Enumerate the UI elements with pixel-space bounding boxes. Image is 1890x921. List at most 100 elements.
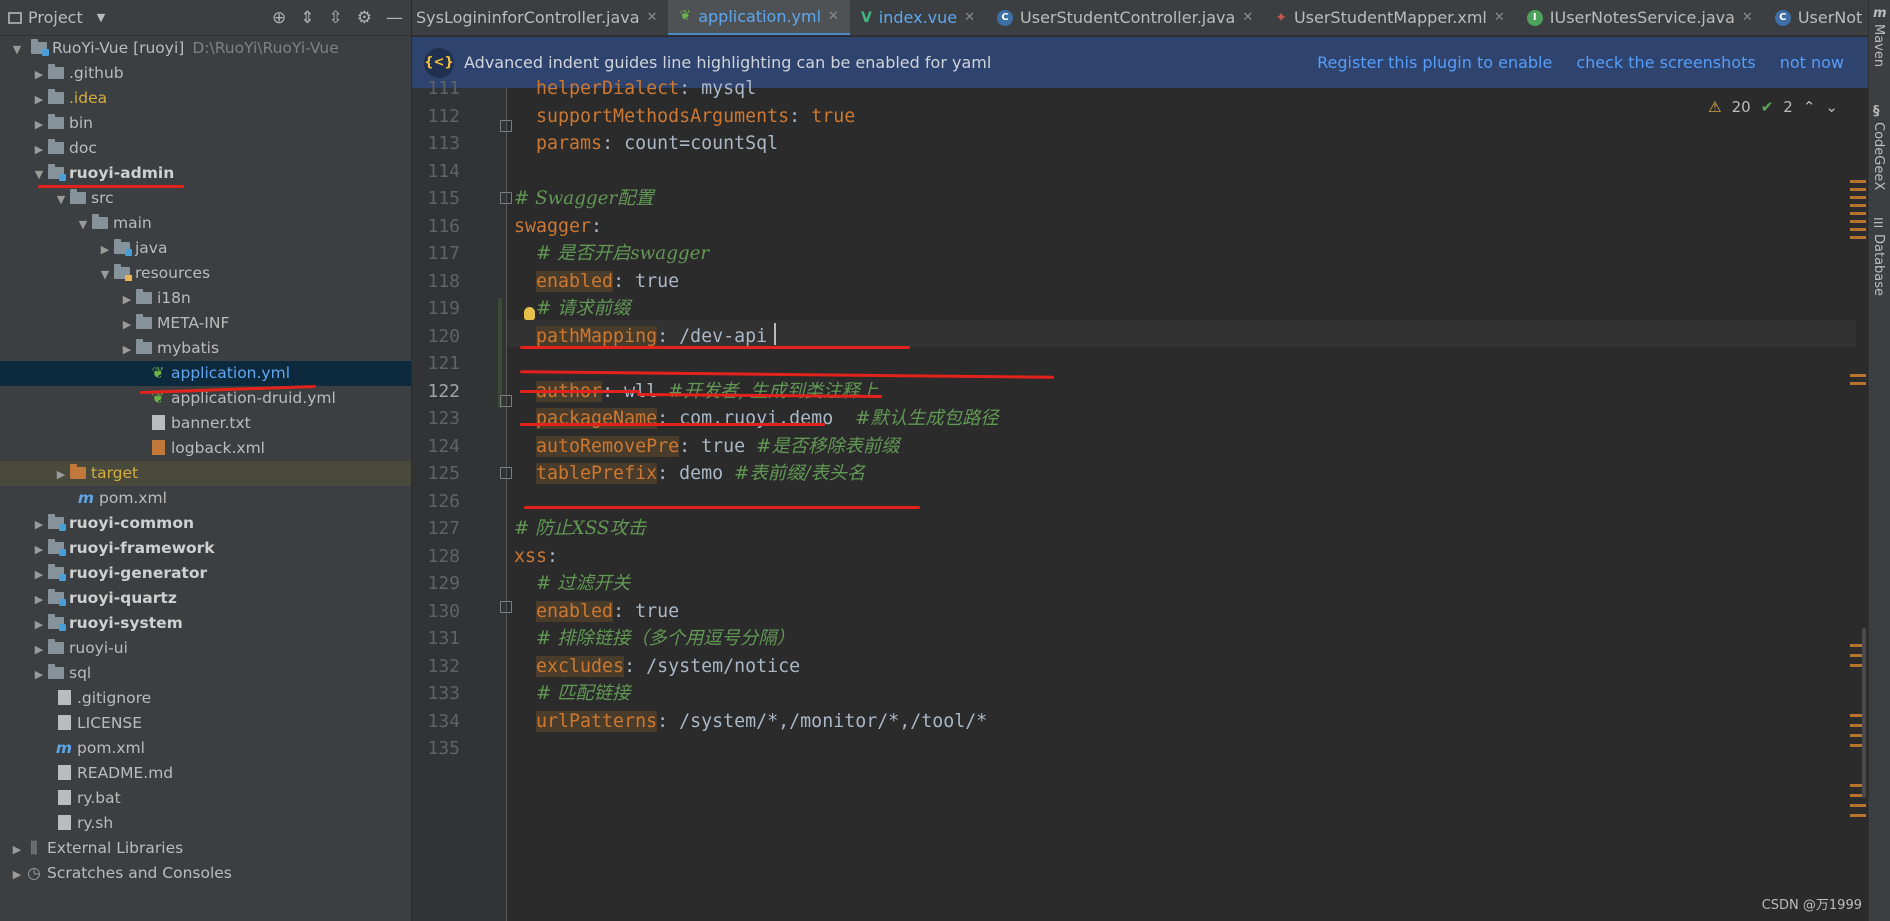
tree-root[interactable]: ▼ RuoYi-Vue [ruoyi] D:\RuoYi\RuoYi-Vue (0, 36, 411, 61)
stripe-marker[interactable] (1850, 374, 1866, 377)
tree-item-application-yml[interactable]: ❦ application.yml (0, 361, 411, 386)
database-tool-button[interactable]: Database (1871, 234, 1886, 296)
tab-iusernotes-service[interactable]: I IUserNotesService.java ✕ (1516, 0, 1764, 35)
stripe-marker[interactable] (1850, 180, 1866, 183)
inspection-widget[interactable]: ⚠ 20 ✔ 2 ⌃ ⌄ (1708, 98, 1838, 116)
chevron-up-icon[interactable]: ⌃ (1803, 98, 1816, 116)
chevron-down-icon[interactable]: ▼ (10, 37, 24, 62)
close-icon[interactable]: ✕ (647, 10, 658, 25)
chevron-right-icon[interactable]: ▶ (10, 862, 24, 887)
code-editor[interactable]: 111 112 113 114 115 116 117 118 119 120 … (412, 78, 1868, 921)
chevron-right-icon[interactable]: ▶ (32, 512, 46, 537)
stripe-marker[interactable] (1850, 814, 1866, 817)
tree-item-main[interactable]: ▼ main (0, 211, 411, 236)
close-icon[interactable]: ✕ (964, 10, 975, 25)
tree-item-bin[interactable]: ▶ bin (0, 111, 411, 136)
stripe-marker[interactable] (1850, 212, 1866, 215)
tree-item-sql[interactable]: ▶ sql (0, 661, 411, 686)
tree-item-doc[interactable]: ▶ doc (0, 136, 411, 161)
close-icon[interactable]: ✕ (828, 9, 839, 24)
tree-item-ruoyi-ui[interactable]: ▶ ruoyi-ui (0, 636, 411, 661)
tree-item-gitignore[interactable]: .gitignore (0, 686, 411, 711)
hide-icon[interactable]: — (386, 8, 403, 28)
codegeex-tool-button[interactable]: CodeGeeX (1871, 122, 1886, 190)
chevron-down-icon[interactable]: ▼ (32, 162, 46, 187)
tree-item-ruoyi-framework[interactable]: ▶ ruoyi-framework (0, 536, 411, 561)
chevron-right-icon[interactable]: ▶ (32, 87, 46, 112)
chevron-down-icon[interactable]: ▼ (54, 187, 68, 212)
check-screenshots-link[interactable]: check the screenshots (1576, 53, 1755, 72)
tree-item-ry-sh[interactable]: ry.sh (0, 811, 411, 836)
chevron-right-icon[interactable]: ▶ (32, 637, 46, 662)
tab-application-yml[interactable]: ❦ application.yml ✕ (668, 0, 850, 35)
tab-userstudent-controller[interactable]: C UserStudentController.java ✕ (986, 0, 1264, 35)
chevron-right-icon[interactable]: ▶ (32, 112, 46, 137)
chevron-right-icon[interactable]: ▶ (98, 237, 112, 262)
tree-item-resources[interactable]: ▼ resources (0, 261, 411, 286)
tab-syslogininfor-controller[interactable]: SysLogininforController.java ✕ (412, 0, 668, 35)
not-now-link[interactable]: not now (1780, 53, 1844, 72)
chevron-down-icon[interactable]: ▼ (76, 212, 90, 237)
fold-marker-icon[interactable] (500, 192, 512, 204)
chevron-right-icon[interactable]: ▶ (32, 537, 46, 562)
close-icon[interactable]: ✕ (1494, 10, 1505, 25)
tree-item-root-pom-xml[interactable]: m pom.xml (0, 736, 411, 761)
tree-item-src[interactable]: ▼ src (0, 186, 411, 211)
chevron-right-icon[interactable]: ▶ (32, 62, 46, 87)
tree-item-ruoyi-quartz[interactable]: ▶ ruoyi-quartz (0, 586, 411, 611)
chevron-right-icon[interactable]: ▶ (54, 462, 68, 487)
stripe-marker[interactable] (1850, 228, 1866, 231)
tree-item-scratches[interactable]: ▶ ◷ Scratches and Consoles (0, 861, 411, 886)
tree-item-ruoyi-common[interactable]: ▶ ruoyi-common (0, 511, 411, 536)
lightbulb-icon[interactable] (524, 307, 535, 320)
gear-icon[interactable]: ⚙ (357, 8, 372, 28)
tab-index-vue[interactable]: V index.vue ✕ (850, 0, 986, 35)
fold-marker-icon[interactable] (500, 120, 512, 132)
tree-item-logback-xml[interactable]: logback.xml (0, 436, 411, 461)
collapse-all-icon[interactable]: ⇳ (329, 8, 343, 28)
tab-usernotes[interactable]: C UserNot (1764, 0, 1868, 35)
chevron-right-icon[interactable]: ▶ (32, 562, 46, 587)
fold-marker-icon[interactable] (500, 467, 512, 479)
chevron-right-icon[interactable]: ▶ (10, 837, 24, 862)
chevron-right-icon[interactable]: ▶ (32, 612, 46, 637)
scrollbar-thumb[interactable] (1862, 628, 1866, 798)
tree-item-meta-inf[interactable]: ▶ META-INF (0, 311, 411, 336)
chevron-right-icon[interactable]: ▶ (120, 337, 134, 362)
fold-marker-icon[interactable] (500, 601, 512, 613)
stripe-marker[interactable] (1850, 196, 1866, 199)
tree-item-external-libraries[interactable]: ▶ ⫼ External Libraries (0, 836, 411, 861)
chevron-right-icon[interactable]: ▶ (120, 312, 134, 337)
tree-item-i18n[interactable]: ▶ i18n (0, 286, 411, 311)
chevron-right-icon[interactable]: ▶ (32, 662, 46, 687)
fold-marker-icon[interactable] (500, 395, 512, 407)
chevron-down-icon[interactable]: ▼ (98, 262, 112, 287)
tree-item-banner-txt[interactable]: banner.txt (0, 411, 411, 436)
tree-item-ruoyi-admin[interactable]: ▼ ruoyi-admin (0, 161, 411, 186)
stripe-marker[interactable] (1850, 382, 1866, 385)
locate-icon[interactable]: ⊕ (272, 8, 286, 28)
close-icon[interactable]: ✕ (1742, 10, 1753, 25)
maven-tool-button[interactable]: Maven (1871, 24, 1886, 67)
tree-item-mybatis[interactable]: ▶ mybatis (0, 336, 411, 361)
chevron-down-icon[interactable]: ⌄ (1825, 98, 1838, 116)
chevron-right-icon[interactable]: ▶ (32, 587, 46, 612)
chevron-right-icon[interactable]: ▶ (32, 137, 46, 162)
tree-item-ruoyi-system[interactable]: ▶ ruoyi-system (0, 611, 411, 636)
tab-userstudent-mapper-xml[interactable]: ✦ UserStudentMapper.xml ✕ (1264, 0, 1516, 35)
tree-item-readme[interactable]: README.md (0, 761, 411, 786)
chevron-right-icon[interactable]: ▶ (120, 287, 134, 312)
error-stripe[interactable] (1848, 128, 1868, 921)
tree-item-license[interactable]: LICENSE (0, 711, 411, 736)
tree-item-github[interactable]: ▶ .github (0, 61, 411, 86)
stripe-marker[interactable] (1850, 188, 1866, 191)
tree-item-idea[interactable]: ▶ .idea (0, 86, 411, 111)
tree-item-ruoyi-generator[interactable]: ▶ ruoyi-generator (0, 561, 411, 586)
register-plugin-link[interactable]: Register this plugin to enable (1317, 53, 1552, 72)
stripe-marker[interactable] (1850, 236, 1866, 239)
expand-all-icon[interactable]: ⇕ (300, 8, 314, 28)
project-view-selector[interactable]: Project ▼ (8, 8, 105, 27)
stripe-marker[interactable] (1850, 804, 1866, 807)
tree-item-java[interactable]: ▶ java (0, 236, 411, 261)
tree-item-target[interactable]: ▶ target (0, 461, 411, 486)
